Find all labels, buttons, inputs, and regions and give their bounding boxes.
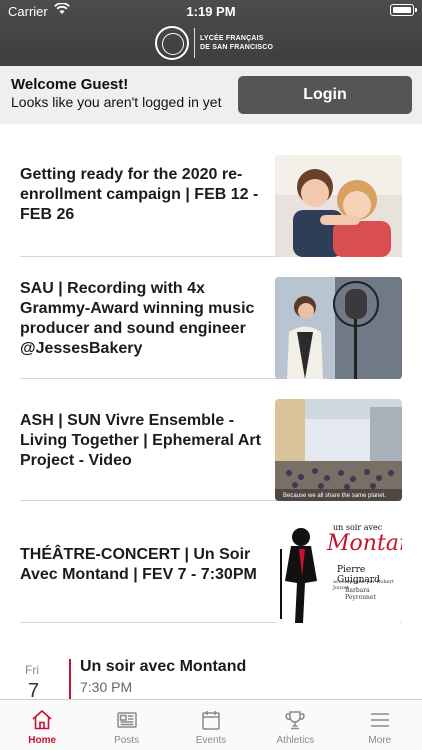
- menu-icon: [370, 713, 389, 727]
- event-item[interactable]: Fri 7 Un soir avec Montand 7:30 PM: [0, 655, 422, 702]
- app-header: Carrier 1:19 PM LYCÉE FRANÇAIS DE SAN FR…: [0, 0, 422, 66]
- tab-label: Events: [195, 735, 227, 746]
- seal-icon: [155, 26, 189, 60]
- logo-line-2: DE SAN FRANCISCO: [200, 44, 274, 51]
- post-item[interactable]: THÉÂTRE-CONCERT | Un Soir Avec Montand |…: [20, 501, 402, 623]
- event-title: Un soir avec Montand: [80, 658, 247, 675]
- post-item[interactable]: SAU | Recording with 4x Grammy-Award win…: [20, 257, 402, 379]
- poster-line-5: Barbara Peyrounet: [345, 587, 376, 601]
- post-title: Getting ready for the 2020 re-enrollment…: [20, 166, 259, 223]
- tab-events[interactable]: Events: [169, 700, 253, 750]
- login-hint: Looks like you aren't logged in yet: [11, 94, 222, 110]
- calendar-icon: [202, 711, 220, 730]
- tab-label: More: [368, 735, 392, 746]
- tab-more[interactable]: More: [338, 700, 422, 750]
- event-accent-bar: [69, 659, 71, 699]
- tab-bar: Home Posts Events Athletics More: [0, 699, 422, 750]
- tab-athletics[interactable]: Athletics: [253, 700, 337, 750]
- logo-line-1: LYCÉE FRANÇAIS: [200, 35, 264, 42]
- clock: 1:19 PM: [186, 4, 236, 19]
- post-title: THÉÂTRE-CONCERT | Un Soir Avec Montand |…: [20, 546, 257, 583]
- newspaper-icon: [116, 712, 137, 728]
- home-icon: [32, 709, 52, 730]
- status-bar: Carrier 1:19 PM: [0, 0, 422, 22]
- tab-label: Athletics: [276, 735, 315, 746]
- tab-home[interactable]: Home: [0, 700, 84, 750]
- trophy-icon: [285, 711, 306, 730]
- post-item[interactable]: ASH | SUN Vivre Ensemble - Living Togeth…: [20, 379, 402, 501]
- post-item[interactable]: Getting ready for the 2020 re-enrollment…: [20, 135, 402, 257]
- battery-icon: [390, 4, 417, 16]
- login-button[interactable]: Login: [238, 76, 412, 114]
- poster-line-2: Montand: [327, 531, 402, 556]
- post-title: ASH | SUN Vivre Ensemble - Living Togeth…: [20, 412, 261, 469]
- post-thumbnail-children: [275, 155, 402, 257]
- post-thumbnail-schoolyard: Because we all share the same planet.: [275, 399, 402, 501]
- post-title: SAU | Recording with 4x Grammy-Award win…: [20, 280, 255, 357]
- tab-posts[interactable]: Posts: [84, 700, 168, 750]
- event-time: 7:30 PM: [80, 679, 133, 695]
- logo-divider: [194, 28, 195, 58]
- post-thumbnail-studio: [275, 277, 402, 379]
- school-logo: LYCÉE FRANÇAIS DE SAN FRANCISCO: [155, 24, 273, 62]
- event-weekday: Fri: [25, 663, 39, 677]
- tab-label: Posts: [114, 735, 140, 746]
- tab-label: Home: [28, 735, 57, 746]
- welcome-greeting: Welcome Guest!: [11, 76, 129, 93]
- post-thumbnail-poster: un soir avec Montand Pierre Guignard acc…: [275, 521, 402, 623]
- thumbnail-caption: Because we all share the same planet.: [283, 493, 387, 499]
